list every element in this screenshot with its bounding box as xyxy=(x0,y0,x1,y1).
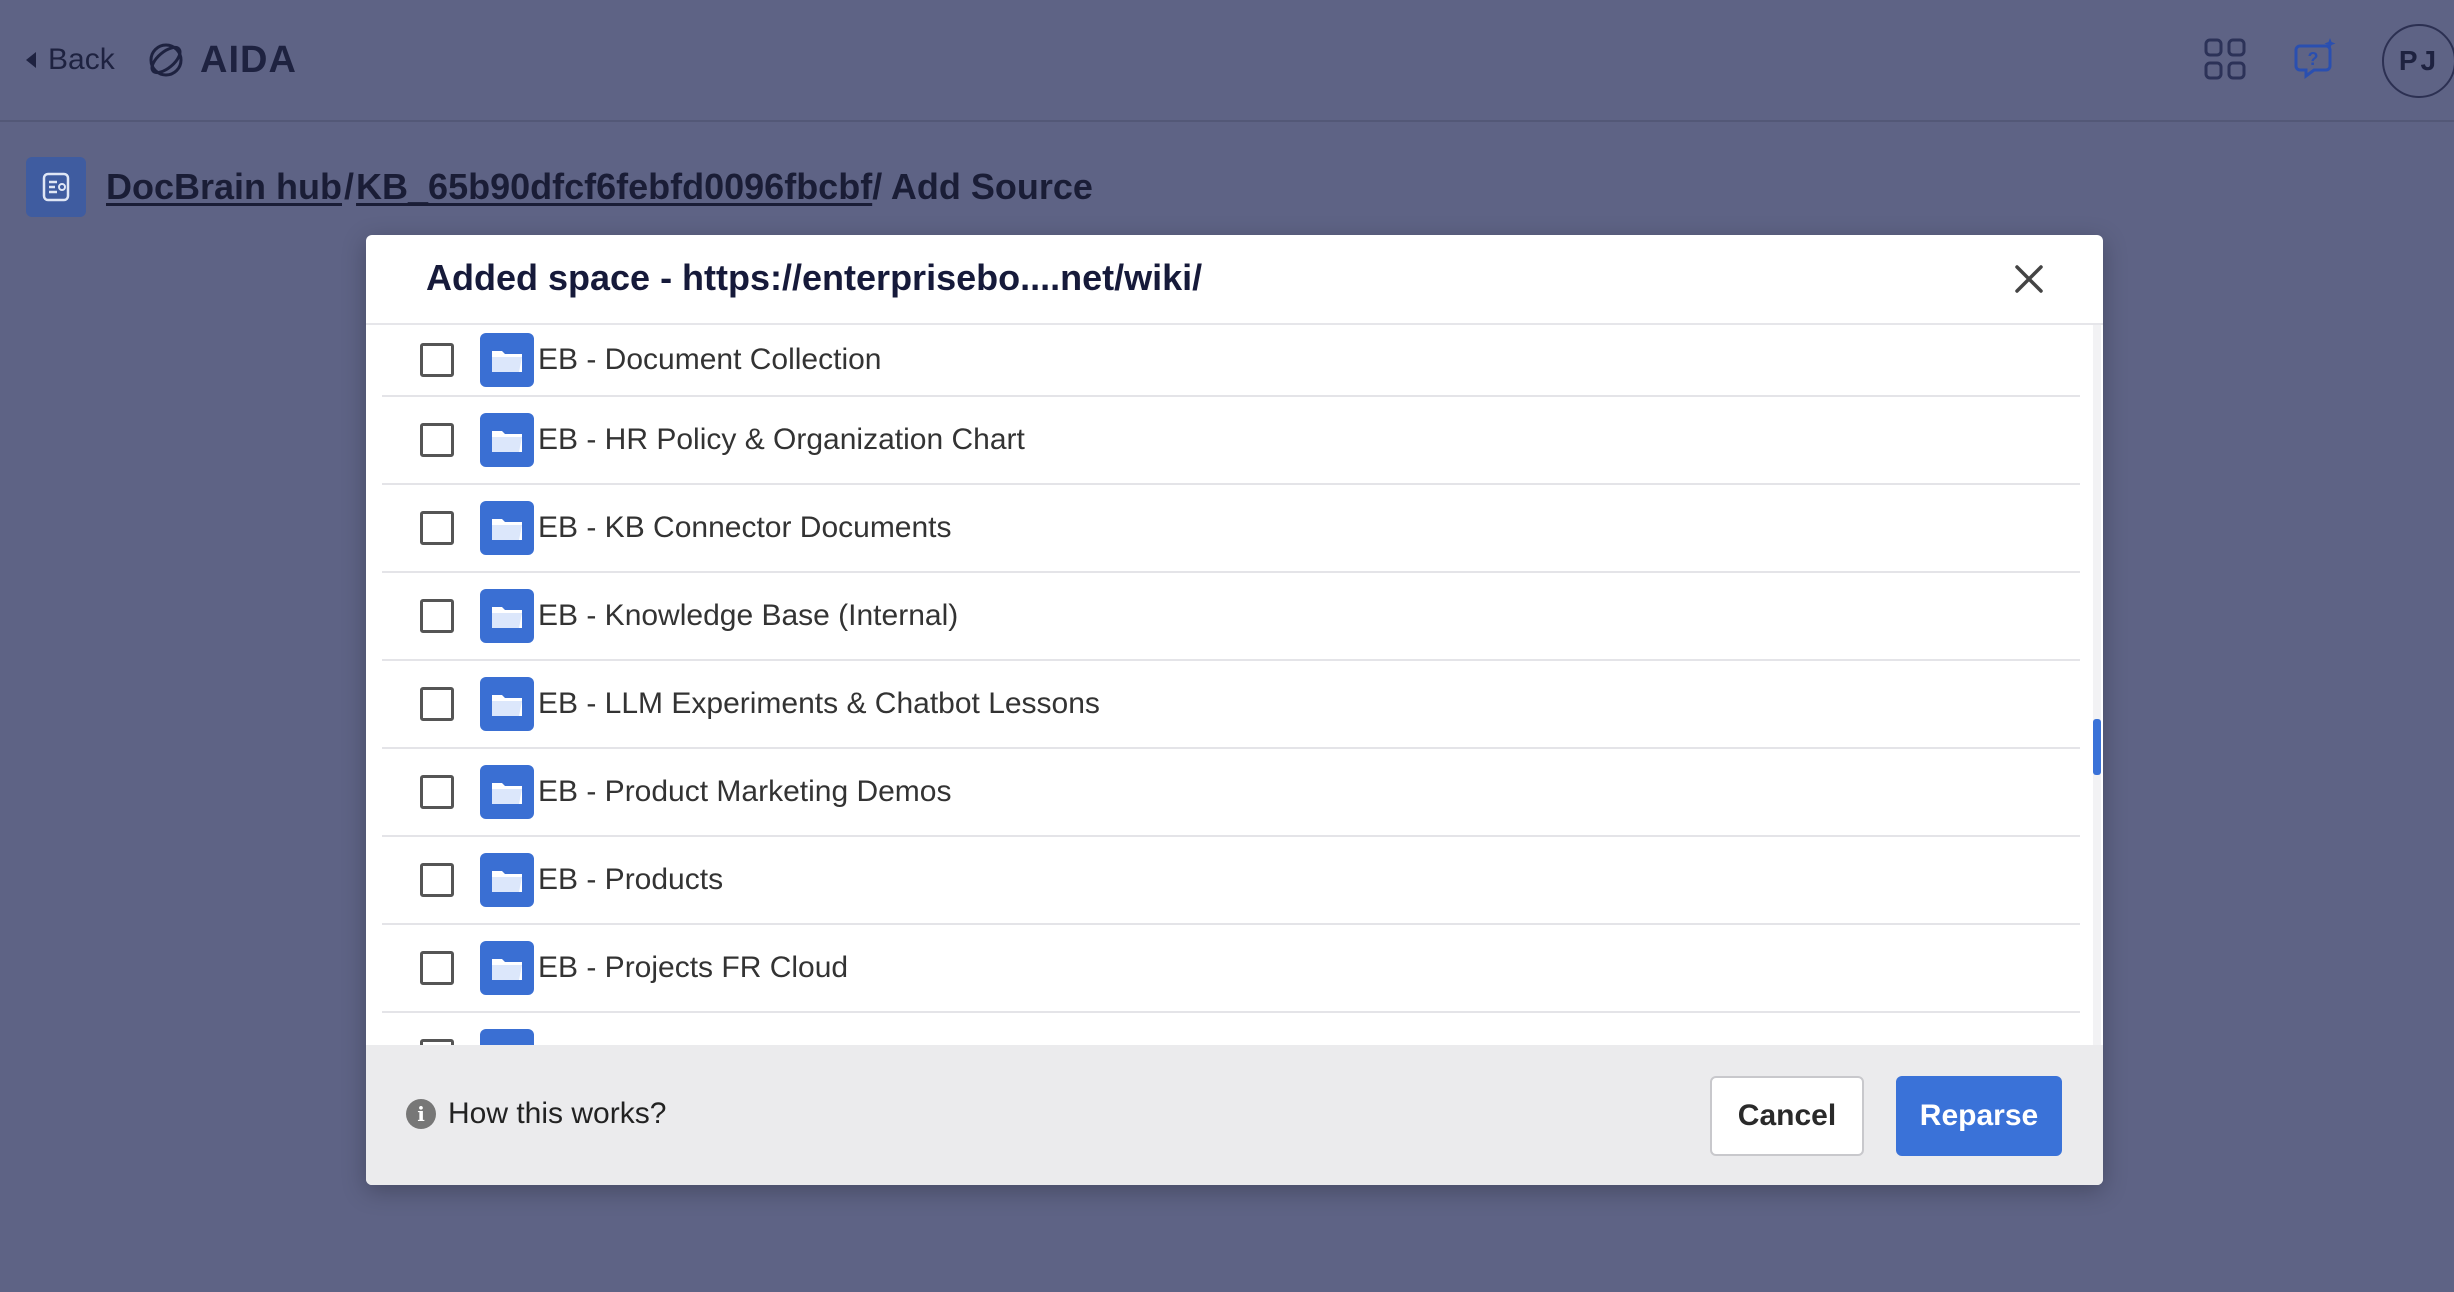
space-list[interactable]: EB - Document Collection EB - HR Policy &… xyxy=(366,325,2103,1045)
list-item[interactable]: EB - KB Connector Documents xyxy=(382,485,2080,573)
folder-icon xyxy=(480,765,534,819)
row-checkbox[interactable] xyxy=(420,343,454,377)
reparse-button[interactable]: Reparse xyxy=(1896,1076,2062,1156)
folder-icon xyxy=(480,501,534,555)
breadcrumb-link-kb[interactable]: KB_65b90dfcf6febfd0096fbcbf xyxy=(356,166,872,208)
list-item-label: EB - LLM Experiments & Chatbot Lessons xyxy=(538,687,1100,720)
how-this-works-link[interactable]: i How this works? xyxy=(406,1097,666,1131)
list-item-label: EB - Knowledge Base (Internal) xyxy=(538,599,959,632)
folder-icon xyxy=(480,1029,534,1045)
folder-icon xyxy=(480,677,534,731)
back-arrow-icon xyxy=(26,52,36,68)
back-label: Back xyxy=(48,43,115,76)
list-item[interactable]: EB - Projects FR Cloud xyxy=(382,925,2080,1013)
how-this-works-label: How this works? xyxy=(448,1097,667,1130)
scrollbar-thumb[interactable] xyxy=(2093,719,2101,775)
breadcrumb-current: / Add Source xyxy=(872,166,1093,207)
close-icon[interactable] xyxy=(2011,261,2047,297)
added-space-dialog: Added space - https://enterprisebo....ne… xyxy=(366,235,2103,1185)
row-checkbox[interactable] xyxy=(420,511,454,545)
top-bar: Back AIDA ? PJ xyxy=(0,0,2454,122)
breadcrumb-separator: / xyxy=(344,166,355,207)
dialog-title: Added space - https://enterprisebo....ne… xyxy=(426,257,1203,298)
list-item[interactable]: EB - HR Policy & Organization Chart xyxy=(382,397,2080,485)
breadcrumb-link-docbrain-hub[interactable]: DocBrain hub xyxy=(106,166,342,208)
row-checkbox[interactable] xyxy=(420,599,454,633)
folder-icon xyxy=(480,413,534,467)
back-button[interactable]: Back xyxy=(26,38,115,82)
user-avatar[interactable]: PJ xyxy=(2382,24,2454,98)
list-item-label: EB - HR Policy & Organization Chart xyxy=(538,423,1025,456)
brand: AIDA xyxy=(146,34,297,86)
list-item[interactable]: EB - Document Collection xyxy=(382,325,2080,397)
app-name: AIDA xyxy=(200,38,297,81)
list-item[interactable] xyxy=(382,1013,2080,1045)
scrollbar-track[interactable] xyxy=(2093,325,2101,1045)
row-checkbox[interactable] xyxy=(420,687,454,721)
folder-icon xyxy=(480,941,534,995)
info-icon: i xyxy=(406,1099,436,1129)
aida-logo-icon xyxy=(149,43,183,77)
row-checkbox[interactable] xyxy=(420,863,454,897)
list-item-label: EB - Products xyxy=(538,863,724,896)
list-item-label: EB - Product Marketing Demos xyxy=(538,775,952,808)
breadcrumb: DocBrain hub / KB_65b90dfcf6febfd0096fbc… xyxy=(26,156,1093,218)
docbrain-icon xyxy=(26,157,86,217)
list-item[interactable]: EB - Knowledge Base (Internal) xyxy=(382,573,2080,661)
apps-grid-icon[interactable] xyxy=(2204,38,2246,80)
list-item-label: EB - KB Connector Documents xyxy=(538,511,952,544)
folder-icon xyxy=(480,853,534,907)
help-sparkle-icon[interactable]: ? xyxy=(2294,36,2338,80)
row-checkbox[interactable] xyxy=(420,423,454,457)
folder-icon xyxy=(480,333,534,387)
row-checkbox[interactable] xyxy=(420,951,454,985)
svg-text:?: ? xyxy=(2308,49,2319,69)
dialog-footer: i How this works? Cancel Reparse xyxy=(366,1045,2103,1185)
list-item-label: EB - Document Collection xyxy=(538,343,882,376)
list-item[interactable]: EB - Product Marketing Demos xyxy=(382,749,2080,837)
cancel-button[interactable]: Cancel xyxy=(1710,1076,1864,1156)
dialog-header: Added space - https://enterprisebo....ne… xyxy=(366,235,2103,325)
list-item-label: EB - Projects FR Cloud xyxy=(538,951,849,984)
list-item[interactable]: EB - LLM Experiments & Chatbot Lessons xyxy=(382,661,2080,749)
row-checkbox[interactable] xyxy=(420,775,454,809)
list-item[interactable]: EB - Products xyxy=(382,837,2080,925)
folder-icon xyxy=(480,589,534,643)
